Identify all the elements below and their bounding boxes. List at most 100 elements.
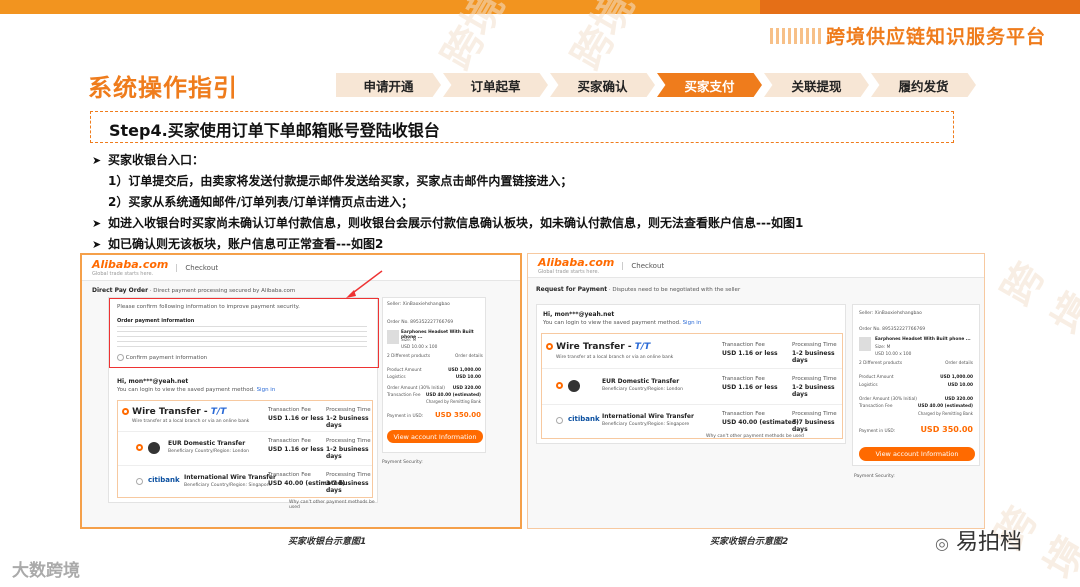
other-methods-link[interactable]: Why can't other payment methods be used bbox=[706, 434, 804, 439]
charged-by: Charged by Remitting Bank bbox=[425, 399, 481, 404]
tab-buyer-pay[interactable]: 买家支付 bbox=[657, 73, 762, 97]
confirm-checkbox[interactable]: Confirm payment information bbox=[117, 354, 207, 361]
payment-type: Direct Pay Order bbox=[92, 287, 149, 294]
tab-buyer-confirm[interactable]: 买家确认 bbox=[550, 73, 655, 97]
intl-transfer-row[interactable]: citibank International Wire Transfer Ben… bbox=[118, 465, 372, 497]
eur-title: EUR Domestic Transfer bbox=[168, 440, 246, 447]
wechat-icon: ◎ bbox=[935, 534, 949, 553]
tx-fee-label: Transaction Fee bbox=[859, 404, 893, 409]
step-title: Step4.买家使用订单下单邮箱账号登陆收银台 bbox=[109, 121, 440, 140]
login-hint: You can login to view the saved payment … bbox=[117, 387, 276, 393]
product-amount-label: Product Amount bbox=[387, 368, 422, 373]
wire-sub: Wire transfer at a local branch or via a… bbox=[132, 419, 250, 424]
checkout-label: Checkout bbox=[176, 263, 218, 272]
order-no: Order No. 895352227766769 bbox=[387, 320, 454, 325]
intl-time: 3-7 business days bbox=[326, 480, 369, 494]
arrow-icon: ➤ bbox=[92, 217, 102, 230]
logistics-label: Logistics bbox=[387, 375, 406, 380]
charged-by: Charged by Remitting Bank bbox=[917, 411, 973, 416]
time-value: 1-2 business days bbox=[792, 350, 835, 364]
eur-transfer-row[interactable]: EUR Domestic Transfer Beneficiary Countr… bbox=[542, 368, 842, 404]
fee-label: Transaction Fee bbox=[722, 376, 765, 382]
product-price: USD 10.00 x 100 bbox=[875, 352, 912, 357]
step-box: Step4.买家使用订单下单邮箱账号登陆收银台 bbox=[90, 111, 954, 143]
payment-label: Payment in USD: bbox=[387, 414, 424, 419]
payment-value: USD 350.00 bbox=[920, 425, 973, 434]
top-bar-left bbox=[0, 0, 760, 14]
intl-sub: Beneficiary Country/Region: Singapore bbox=[602, 422, 690, 427]
checkout-label: Checkout bbox=[622, 261, 664, 270]
payment-card: Please confirm following information to … bbox=[108, 297, 379, 510]
bank-icon bbox=[568, 380, 580, 392]
top-bar-right bbox=[760, 0, 1080, 14]
wire-transfer-option[interactable]: Wire Transfer - T/T bbox=[122, 407, 226, 417]
intl-transfer-row[interactable]: citibank International Wire Transfer Ben… bbox=[542, 404, 842, 438]
tab-withdraw[interactable]: 关联提现 bbox=[764, 73, 869, 97]
order-details-link[interactable]: Order details bbox=[945, 361, 973, 366]
bottom-logo: 大数跨境 bbox=[12, 561, 80, 581]
tab-fulfillment[interactable]: 履约发货 bbox=[871, 73, 976, 97]
time-label: Processing Time bbox=[792, 376, 837, 382]
time-value: 1-2 business days bbox=[326, 415, 369, 429]
caption-2: 买家收银台示意图2 bbox=[710, 537, 789, 547]
order-payment-info: Order payment information bbox=[117, 318, 195, 324]
product-amount: USD 1,000.00 bbox=[448, 368, 481, 373]
user-greeting: Hi, mon***@yeah.net bbox=[117, 378, 189, 385]
platform-title: 跨境供应链知识服务平台 bbox=[825, 26, 1046, 48]
time-label: Processing Time bbox=[792, 411, 837, 417]
checkout-screenshot-1: Alibaba.com Global trade starts here. Che… bbox=[80, 253, 522, 529]
instructions: ➤ 买家收银台入口： 1）订单提交后，由卖家将发送付款提示邮件发送给买家，买家点击… bbox=[92, 150, 803, 255]
eur-fee: USD 1.16 or less bbox=[268, 446, 324, 453]
fee-label: Transaction Fee bbox=[722, 411, 765, 417]
payment-type: Request for Payment bbox=[536, 286, 608, 293]
product-price: USD 10.00 x 100 bbox=[401, 345, 438, 350]
eur-time: 1-2 business days bbox=[792, 384, 835, 398]
info-lines bbox=[117, 326, 367, 348]
time-label: Processing Time bbox=[326, 438, 371, 444]
other-methods-link[interactable]: Why can't other payment methods be used bbox=[289, 500, 377, 510]
payment-type-sub: · Direct payment processing secured by A… bbox=[149, 288, 296, 294]
arrow-icon: ➤ bbox=[92, 238, 102, 251]
order-amount: USD 320.00 bbox=[944, 397, 973, 402]
eur-time: 1-2 business days bbox=[326, 446, 369, 460]
fee-value: USD 1.16 or less bbox=[268, 415, 324, 422]
checkout-screenshot-2: Alibaba.com Global trade starts here. Che… bbox=[527, 253, 985, 529]
product-amount-label: Product Amount bbox=[859, 375, 894, 380]
order-details-link[interactable]: Order details bbox=[455, 354, 483, 359]
confirm-notice: Please confirm following information to … bbox=[117, 304, 300, 310]
product-size: Size: M bbox=[401, 338, 417, 343]
sign-in-link[interactable]: Sign in bbox=[683, 320, 702, 326]
view-account-button[interactable]: View account Information bbox=[859, 447, 975, 461]
fee-label: Transaction Fee bbox=[268, 407, 311, 413]
diff-products: 2 Different products bbox=[859, 361, 903, 366]
alibaba-logo: Alibaba.com Global trade starts here. bbox=[92, 258, 169, 277]
wire-transfer-option[interactable]: Wire Transfer - T/T bbox=[546, 342, 650, 352]
eur-transfer-row[interactable]: EUR Domestic Transfer Beneficiary Countr… bbox=[118, 431, 372, 465]
order-amount-label: Order Amount (30% Initial) bbox=[859, 397, 917, 402]
view-account-button[interactable]: View account Information bbox=[387, 430, 483, 443]
alibaba-header: Alibaba.com Global trade starts here. Che… bbox=[82, 255, 520, 281]
payment-type-sub: · Disputes need to be negotiated with th… bbox=[608, 287, 741, 293]
order-summary: Seller: XinBaoxiehshangbao Order No. 895… bbox=[382, 297, 486, 453]
payment-security: Payment Security: bbox=[382, 460, 423, 465]
alibaba-header: Alibaba.com Global trade starts here. Che… bbox=[528, 254, 984, 278]
user-greeting: Hi, mon***@yeah.net bbox=[543, 311, 615, 318]
time-label: Processing Time bbox=[792, 342, 837, 348]
caption-1: 买家收银台示意图1 bbox=[288, 537, 367, 547]
alibaba-logo: Alibaba.com Global trade starts here. bbox=[538, 256, 615, 275]
fee-label: Transaction Fee bbox=[722, 342, 765, 348]
product-name: Earphones Headset With Built phone ... bbox=[875, 337, 971, 342]
tab-apply[interactable]: 申请开通 bbox=[336, 73, 441, 97]
eur-sub: Beneficiary Country/Region: London bbox=[168, 449, 249, 454]
bullet-text: 2）买家从系统通知邮件/订单列表/订单详情页点击进入； bbox=[108, 195, 414, 209]
intl-fee: USD 40.00 (estimated) bbox=[722, 419, 799, 426]
sign-in-link[interactable]: Sign in bbox=[257, 387, 276, 393]
title-decoration bbox=[770, 28, 824, 44]
time-label: Processing Time bbox=[326, 472, 371, 478]
wechat-brand: ◎ 易拍档 bbox=[935, 530, 1022, 555]
fee-value: USD 1.16 or less bbox=[722, 350, 778, 357]
tab-draft[interactable]: 订单起草 bbox=[443, 73, 548, 97]
order-summary: Seller: XinBaoxiehshangbao Order No. 895… bbox=[852, 304, 980, 466]
product-thumbnail bbox=[859, 337, 871, 351]
logistics: USD 10.00 bbox=[455, 375, 481, 380]
